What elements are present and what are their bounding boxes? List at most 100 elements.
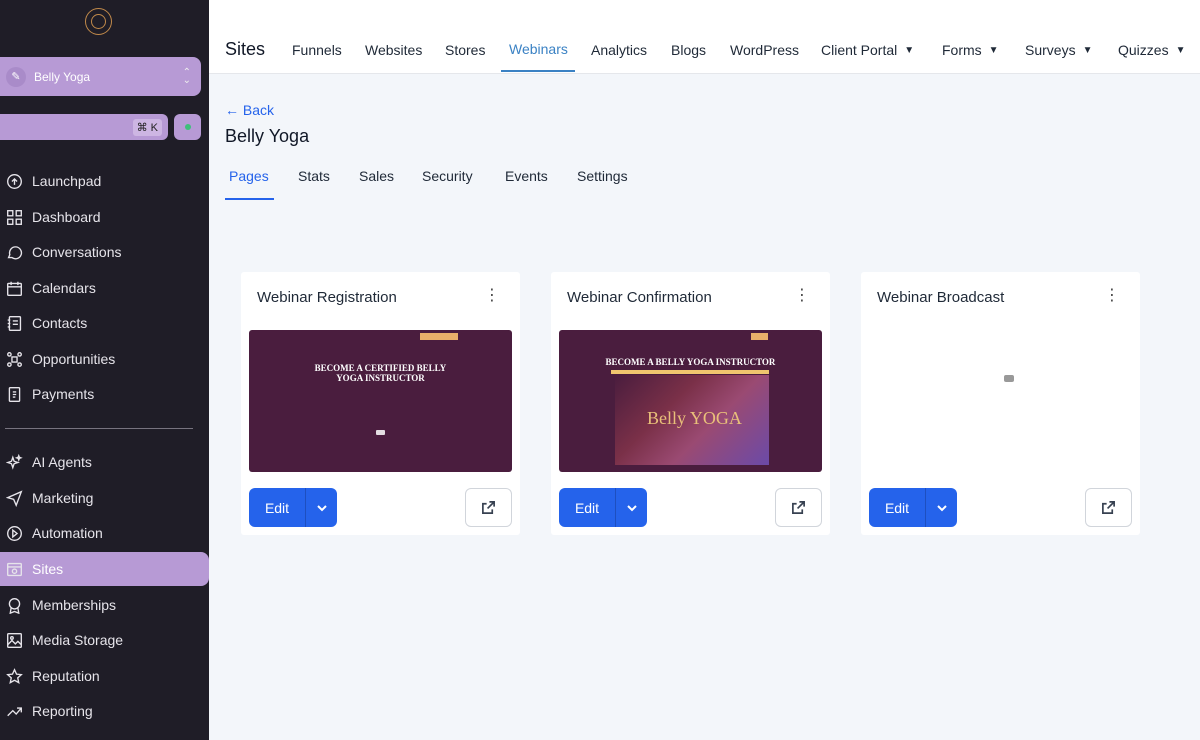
search-shortcut: ⌘ K [132,118,162,136]
edit-button[interactable]: Edit [869,488,926,527]
external-link-icon [482,501,495,514]
automation-icon [5,524,23,542]
edit-button[interactable]: Edit [249,488,306,527]
preview-banner [751,333,768,340]
sidebar-item-dashboard[interactable]: Dashboard [0,200,209,234]
sidebar-item-label: Payments [32,386,95,402]
more-options-icon[interactable]: ⋮ [484,288,500,304]
subtab-pages[interactable]: Pages [229,168,269,184]
open-external-button[interactable] [775,488,822,527]
sidebar-item-marketing[interactable]: Marketing [0,481,209,515]
tab-websites[interactable]: Websites [365,42,422,58]
open-external-button[interactable] [465,488,512,527]
subtab-settings[interactable]: Settings [577,168,628,184]
account-switcher[interactable]: ✎ Belly Yoga ⌃ ⌄ [0,57,201,96]
sidebar-divider [5,428,193,429]
tab-stores[interactable]: Stores [445,42,485,58]
edit-dropdown-button[interactable] [926,488,957,527]
back-link[interactable]: ← Back [225,102,274,118]
preview-headline-line: BECOME A CERTIFIED BELLY [314,363,447,373]
sidebar-item-label: Dashboard [32,209,101,225]
quick-action-button[interactable] [174,114,201,140]
tab-webinars[interactable]: Webinars [509,41,568,57]
subtab-active-indicator [225,198,274,200]
chevron-updown-icon: ⌃ ⌄ [182,66,191,86]
edit-dropdown-button[interactable] [306,488,337,527]
tab-quizzes[interactable]: Quizzes ▼ [1118,42,1185,58]
tab-label: Surveys [1025,42,1076,58]
open-external-button[interactable] [1085,488,1132,527]
contacts-icon [5,314,23,332]
tab-funnels[interactable]: Funnels [292,42,342,58]
sparkle-icon [5,453,23,471]
sidebar-item-label: Memberships [32,597,117,613]
sidebar-item-automation[interactable]: Automation [0,516,209,550]
sidebar-item-contacts[interactable]: Contacts [0,306,209,340]
tab-wordpress[interactable]: WordPress [730,42,799,58]
trend-icon [5,702,23,720]
sidebar-item-launchpad[interactable]: Launchpad [0,164,209,198]
more-options-icon[interactable]: ⋮ [794,288,810,304]
sidebar-item-opportunities[interactable]: Opportunities [0,342,209,376]
edit-button[interactable]: Edit [559,488,616,527]
card-title: Webinar Confirmation [567,289,712,306]
subtab-sales[interactable]: Sales [359,168,394,184]
edit-split-button: Edit [869,488,957,527]
sidebar-item-reputation[interactable]: Reputation [0,659,209,693]
sidebar-item-sites[interactable]: Sites [0,552,209,586]
payments-icon [5,385,23,403]
sidebar-item-conversations[interactable]: Conversations [0,235,209,269]
page-preview-thumbnail[interactable]: BECOME A BELLY YOGA INSTRUCTOR Belly YOG… [559,330,822,472]
tab-label: Blogs [671,42,707,58]
sidebar-item-label: Calendars [32,280,96,296]
subtab-events[interactable]: Events [505,168,548,184]
sidebar-item-label: Reputation [32,668,100,684]
tab-label: Websites [365,42,423,58]
chevron-down-icon: ▼ [988,44,999,56]
chevron-down-icon [626,504,637,511]
sidebar-item-label: Opportunities [32,351,116,367]
tab-client-portal[interactable]: Client Portal ▼ [821,42,914,58]
tab-analytics[interactable]: Analytics [591,42,647,58]
chevron-down-icon: ▼ [1082,44,1093,56]
tab-label: Forms [942,42,982,58]
sidebar-item-memberships[interactable]: Memberships [0,588,209,622]
page-card-confirmation: Webinar Confirmation ⋮ BECOME A BELLY YO… [551,272,830,535]
membership-icon [5,596,23,614]
search-input[interactable]: ⌘ K [0,114,168,140]
subtab-security[interactable]: Security [422,168,473,184]
page-preview-thumbnail[interactable]: BECOME A CERTIFIED BELLY YOGA INSTRUCTOR [249,330,512,472]
account-name: Belly Yoga [34,69,91,84]
sidebar-item-payments[interactable]: Payments [0,377,209,411]
chevron-down-icon: ▼ [1175,44,1186,56]
card-title: Webinar Broadcast [877,289,1005,306]
sidebar-item-ai-agents[interactable]: AI Agents [0,445,209,479]
preview-headline-line: YOGA INSTRUCTOR [336,373,425,383]
more-options-icon[interactable]: ⋮ [1104,288,1120,304]
subtab-stats[interactable]: Stats [298,168,330,184]
account-avatar-icon: ✎ [6,66,26,87]
page-preview-thumbnail[interactable] [869,330,1132,472]
tab-blogs[interactable]: Blogs [671,42,706,58]
status-dot-icon [184,124,191,130]
sidebar-item-calendars[interactable]: Calendars [0,271,209,305]
chevron-down-icon: ▼ [904,44,915,56]
preview-logo: Belly YOGA [647,408,742,428]
sidebar-item-label: Launchpad [32,173,102,189]
external-link-icon [792,501,805,514]
opportunities-icon [5,350,23,368]
page-title: Belly Yoga [225,126,310,146]
dashboard-icon [5,208,23,226]
video-icon [1004,375,1014,382]
star-icon [5,667,23,685]
edit-dropdown-button[interactable] [616,488,647,527]
tab-surveys[interactable]: Surveys ▼ [1025,42,1092,58]
brand-logo[interactable] [85,8,112,35]
tab-forms[interactable]: Forms ▼ [942,42,999,58]
sidebar-item-media-storage[interactable]: Media Storage [0,623,209,657]
card-title: Webinar Registration [257,289,397,306]
preview-banner [420,333,458,340]
tab-label: Client Portal [821,42,898,58]
sidebar-item-reporting[interactable]: Reporting [0,694,209,728]
external-link-icon [1102,501,1115,514]
